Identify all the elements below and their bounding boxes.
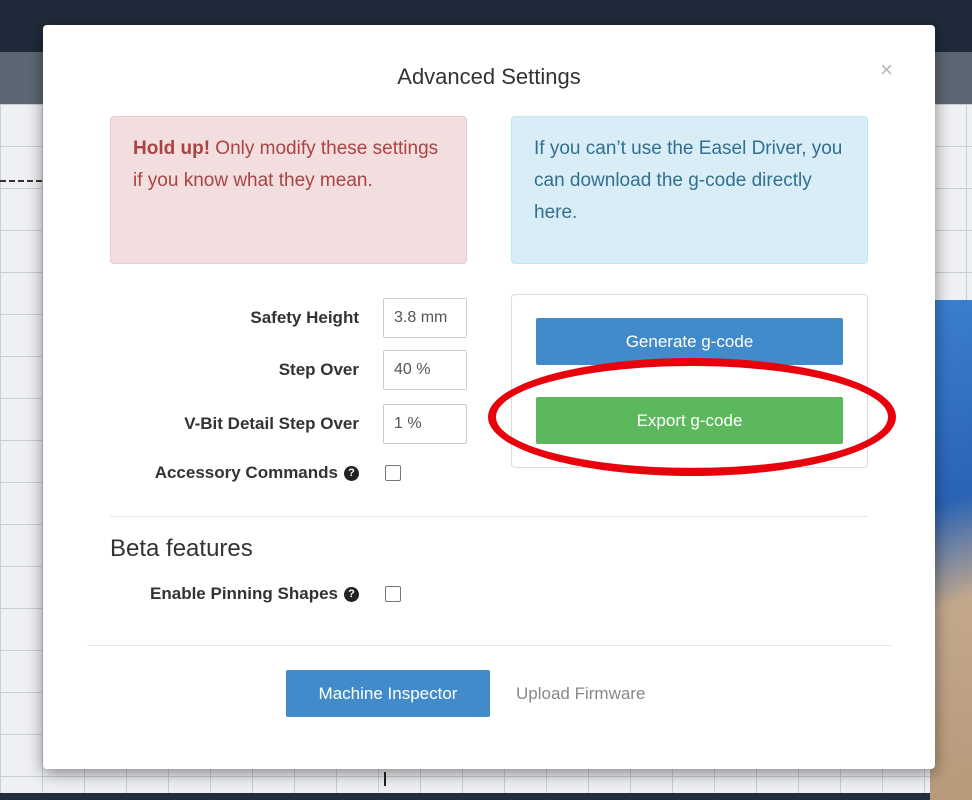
warning-alert: Hold up! Only modify these settings if y… — [110, 116, 467, 264]
safety-height-input[interactable] — [383, 298, 467, 338]
warning-strong-text: Hold up! — [133, 138, 211, 159]
vbit-step-over-input[interactable] — [383, 404, 467, 444]
question-circle-icon[interactable]: ? — [344, 586, 359, 602]
upload-firmware-link[interactable]: Upload Firmware — [516, 670, 645, 718]
beta-features-title: Beta features — [110, 535, 253, 562]
step-over-label: Step Over — [278, 360, 359, 379]
info-alert: If you can’t use the Easel Driver, you c… — [511, 116, 868, 264]
annotation-highlight-circle — [488, 358, 896, 476]
modal-title: Advanced Settings — [397, 64, 581, 89]
enable-pinning-checkbox[interactable] — [385, 586, 401, 602]
info-text: If you can’t use the Easel Driver, you c… — [534, 138, 843, 223]
enable-pinning-label: Enable Pinning Shapes — [150, 584, 338, 603]
safety-height-label-wrap: Safety Height — [43, 298, 359, 338]
footer-divider — [87, 645, 891, 646]
step-over-input[interactable] — [383, 350, 467, 390]
question-circle-icon[interactable]: ? — [344, 465, 359, 481]
canvas-workpiece — [930, 300, 972, 800]
accessory-commands-checkbox[interactable] — [385, 465, 401, 481]
safety-height-label: Safety Height — [250, 308, 359, 327]
vbit-step-over-label: V-Bit Detail Step Over — [184, 414, 359, 433]
step-over-label-wrap: Step Over — [43, 350, 359, 390]
vbit-step-over-label-wrap: V-Bit Detail Step Over — [43, 404, 359, 444]
canvas-dashed-line — [0, 180, 42, 182]
canvas-tick-mark — [384, 772, 386, 786]
accessory-commands-label-wrap: Accessory Commands ? — [43, 453, 359, 493]
machine-inspector-button[interactable]: Machine Inspector — [286, 670, 490, 717]
accessory-commands-label: Accessory Commands — [154, 463, 338, 482]
section-divider — [110, 516, 868, 517]
close-icon[interactable]: × — [880, 59, 893, 81]
pinning-label-wrap: Enable Pinning Shapes ? — [43, 574, 359, 614]
